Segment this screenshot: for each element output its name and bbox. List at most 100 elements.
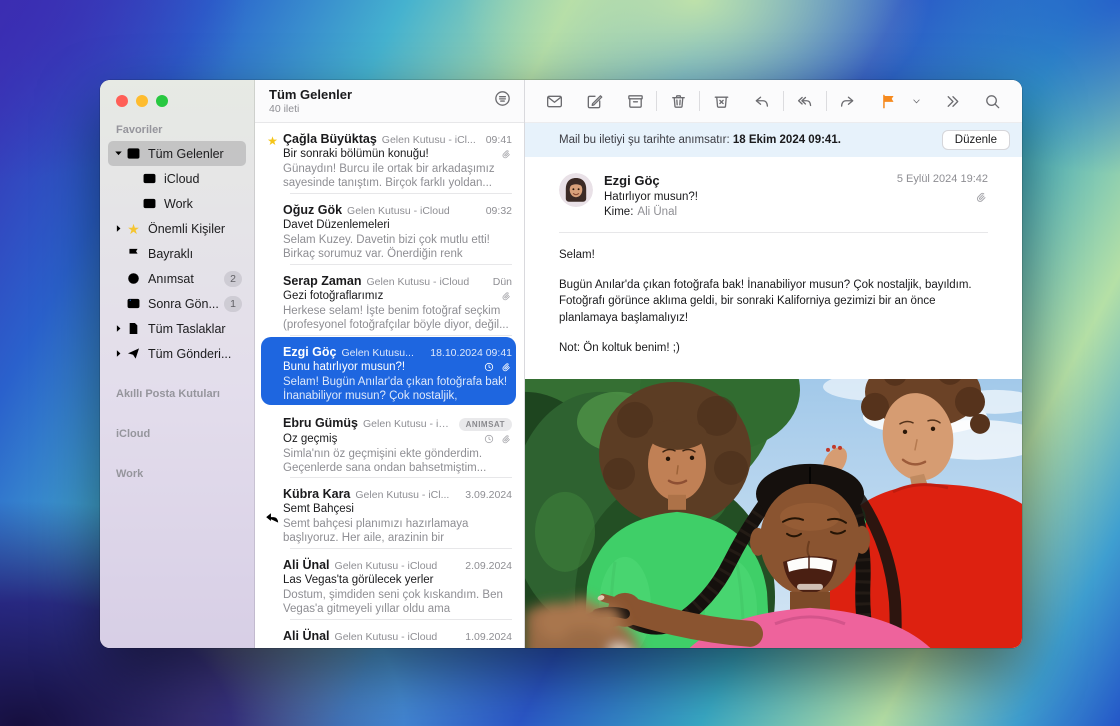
- email-row[interactable]: Serap ZamanGelen Kutusu - iCloudDünGezi …: [255, 265, 524, 336]
- email-mailbox: Gelen Kutusu - iCloud: [367, 276, 488, 288]
- sidebar-item-label: Anımsat: [148, 272, 194, 286]
- edit-reminder-button[interactable]: Düzenle: [942, 130, 1010, 150]
- photo-attachment[interactable]: [525, 379, 1022, 648]
- forward-button[interactable]: [837, 90, 859, 112]
- flag-icon: [879, 92, 898, 111]
- flag-icon: [125, 245, 142, 262]
- chevron-right-icon[interactable]: [112, 322, 125, 335]
- sidebar-item-label: Önemli Kişiler: [148, 222, 225, 236]
- email-date: 09:41: [486, 134, 512, 146]
- email-preview: Semt bahçesi planımızı hazırlamaya başlı…: [283, 517, 512, 545]
- row-gutter: [262, 558, 283, 620]
- toolbar: [525, 80, 1022, 123]
- sidebar-item-label: Tüm Gelenler: [148, 147, 224, 161]
- filter-icon: [493, 89, 512, 108]
- row-gutter: [262, 629, 283, 648]
- sidebar-item-t-m-taslaklar[interactable]: Tüm Taslaklar: [108, 316, 246, 341]
- message-list-header: Tüm Gelenler 40 ileti: [255, 80, 524, 123]
- sidebar-item-work[interactable]: Work: [108, 191, 246, 216]
- email-row-content: Ebru GümüşGelen Kutusu - iCl...ANIMSATÖz…: [283, 416, 512, 478]
- chevron-down-icon[interactable]: [112, 147, 125, 160]
- email-mailbox: Gelen Kutusu - iCl...: [363, 418, 454, 430]
- toolbar-group: [751, 90, 859, 112]
- get-mail-button[interactable]: [543, 90, 565, 112]
- unread-badge: 2: [224, 271, 242, 287]
- reading-pane: Mail bu iletiyi şu tarihte anımsatır: 18…: [525, 80, 1022, 648]
- email-preview: Günaydın! Burcu ile ortak bir arkadaşımı…: [283, 162, 512, 190]
- send-later-icon: [125, 295, 142, 312]
- row-gutter: [262, 203, 283, 265]
- email-row[interactable]: Kübra KaraGelen Kutusu - iCl...3.09.2024…: [255, 478, 524, 549]
- email-row[interactable]: Ali ÜnalGelen Kutusu - iCloud2.09.2024La…: [255, 549, 524, 620]
- attachment-icon: [500, 433, 512, 445]
- message-header: Ezgi Göç Hatırlıyor musun?! Kime:Ali Üna…: [559, 157, 988, 233]
- message-recipients: Kime:Ali Ünal: [604, 206, 886, 218]
- search-icon: [983, 92, 1002, 111]
- trash-button[interactable]: [667, 90, 689, 112]
- email-mailbox: Gelen Kutusu...: [341, 347, 425, 359]
- archive-icon: [626, 92, 645, 111]
- email-row[interactable]: Ezgi GöçGelen Kutusu...18.10.2024 09:41B…: [255, 336, 524, 407]
- message-sender: Ezgi Göç: [604, 173, 886, 188]
- email-mailbox: Gelen Kutusu - iCl...: [355, 489, 460, 501]
- more-button[interactable]: [941, 90, 963, 112]
- message-date: 5 Eylül 2024 19:42: [897, 173, 988, 185]
- email-row-content: Kübra KaraGelen Kutusu - iCl...3.09.2024…: [283, 487, 512, 549]
- star-icon: ★: [262, 132, 283, 194]
- sidebar-item-bayrakl-[interactable]: Bayraklı: [108, 241, 246, 266]
- sender-avatar: [559, 173, 593, 207]
- flag-button[interactable]: [878, 90, 900, 112]
- sidebar-item--nemli-ki-iler[interactable]: ★Önemli Kişiler: [108, 216, 246, 241]
- reminder-text: Mail bu iletiyi şu tarihte anımsatır: 18…: [559, 134, 841, 146]
- attachment-paperclip-icon: [974, 190, 988, 204]
- zoom-window-button[interactable]: [156, 95, 168, 107]
- chevron-right-icon[interactable]: [112, 222, 125, 235]
- message-header-info: Ezgi Göç Hatırlıyor musun?! Kime:Ali Üna…: [604, 173, 886, 218]
- email-row[interactable]: Oğuz GökGelen Kutusu - iCloud09:32Davet …: [255, 194, 524, 265]
- reminder-date: 18 Ekim 2024 09:41.: [733, 134, 841, 146]
- email-subject: Bir sonraki bölümün konuğu!: [283, 148, 495, 160]
- email-sender: Ali Ünal: [283, 558, 330, 572]
- trash-icon: [669, 92, 688, 111]
- sidebar-item-t-m-gelenler[interactable]: Tüm Gelenler: [108, 141, 246, 166]
- reply-all-button[interactable]: [794, 90, 816, 112]
- toolbar-group: [941, 90, 963, 112]
- email-row[interactable]: Ebru GümüşGelen Kutusu - iCl...ANIMSATÖz…: [255, 407, 524, 478]
- sidebar-item-icloud[interactable]: iCloud: [108, 166, 246, 191]
- sidebar-item-label: Bayraklı: [148, 247, 193, 261]
- toolbar-group: [624, 90, 732, 112]
- get-mail-icon: [545, 92, 564, 111]
- email-subject: Öz geçmiş: [283, 433, 478, 445]
- sidebar-item-an-msat[interactable]: Anımsat 2: [108, 266, 246, 291]
- filter-button[interactable]: [492, 89, 512, 109]
- attachment-icon: [500, 290, 512, 302]
- email-sender: Ebru Gümüş: [283, 416, 358, 430]
- email-row-content: Ezgi GöçGelen Kutusu...18.10.2024 09:41B…: [283, 345, 512, 407]
- draft-icon: [125, 320, 142, 337]
- chevron-right-icon[interactable]: [112, 347, 125, 360]
- sidebar-item-t-m-g-nderi-[interactable]: Tüm Gönderi...: [108, 341, 246, 366]
- sidebar-section-work: Work: [116, 468, 238, 480]
- junk-button[interactable]: [710, 90, 732, 112]
- email-mailbox: Gelen Kutusu - iCl...: [382, 134, 481, 146]
- email-date: 2.09.2024: [465, 560, 512, 572]
- reminder-banner: Mail bu iletiyi şu tarihte anımsatır: 18…: [525, 123, 1022, 157]
- close-window-button[interactable]: [116, 95, 128, 107]
- compose-icon: [585, 92, 604, 111]
- message-count: 40 ileti: [269, 103, 510, 115]
- search-button[interactable]: [982, 90, 1004, 112]
- reply-button[interactable]: [751, 90, 773, 112]
- email-row[interactable]: Ali ÜnalGelen Kutusu - iCloud1.09.2024: [255, 620, 524, 648]
- row-gutter: [262, 345, 283, 407]
- forward-icon: [838, 92, 857, 111]
- minimize-window-button[interactable]: [136, 95, 148, 107]
- email-row[interactable]: ★Çağla BüyüktaşGelen Kutusu - iCl...09:4…: [255, 123, 524, 194]
- compose-button[interactable]: [584, 90, 606, 112]
- archive-button[interactable]: [624, 90, 646, 112]
- sidebar-item-sonra-g-n-[interactable]: Sonra Gön...1: [108, 291, 246, 316]
- email-mailbox: Gelen Kutusu - iCloud: [335, 560, 461, 572]
- flag-menu-icon: [911, 96, 922, 107]
- flag-menu-button[interactable]: [910, 90, 923, 112]
- email-row-content: Serap ZamanGelen Kutusu - iCloudDünGezi …: [283, 274, 512, 336]
- body-paragraph: Not: Ön koltuk benim! ;): [559, 340, 988, 357]
